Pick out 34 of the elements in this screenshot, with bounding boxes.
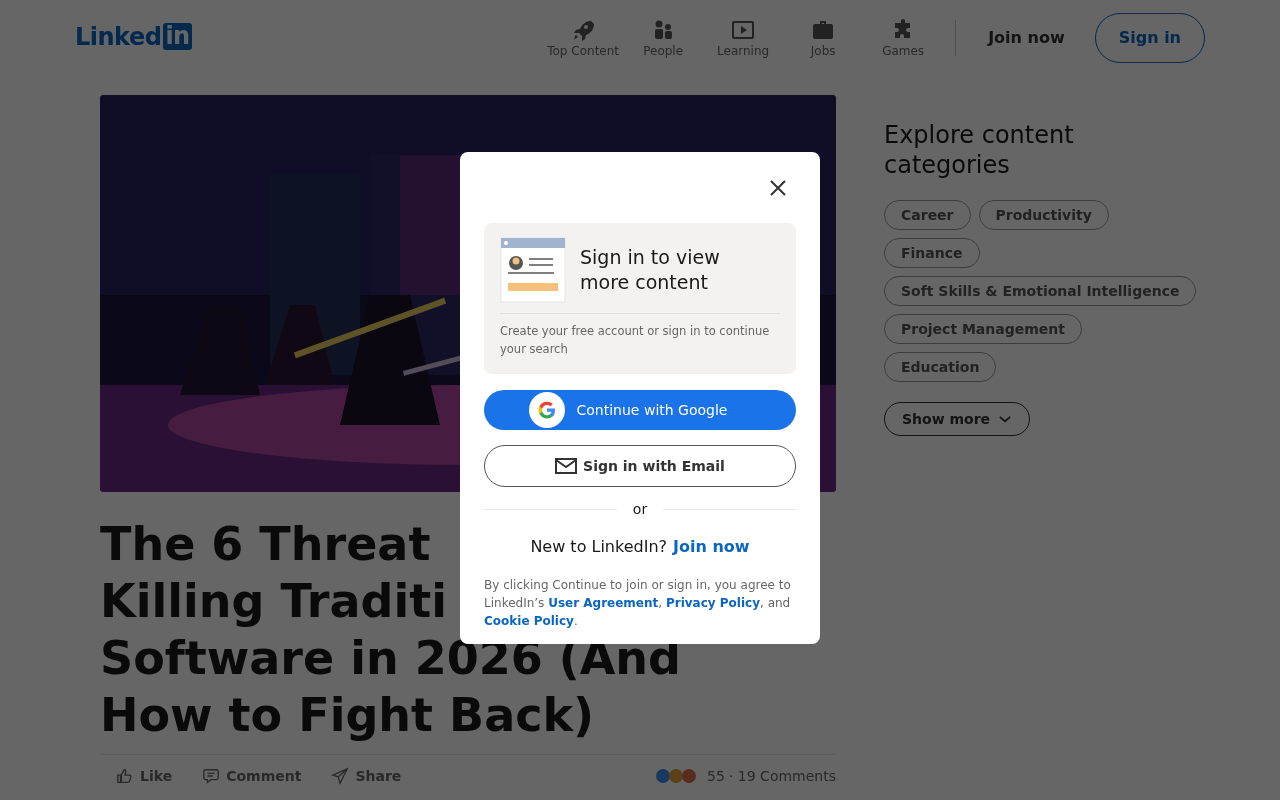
comment-icon [202, 767, 221, 785]
reaction-count[interactable]: 55 [707, 768, 725, 784]
thumbs-up-icon [116, 767, 134, 785]
profile-card-icon [500, 237, 566, 303]
sign-in-button[interactable]: Sign in [1094, 12, 1205, 63]
nav-item[interactable]: Games [863, 17, 944, 58]
send-icon [331, 767, 350, 785]
dialog-heading: Sign in to view more content [580, 245, 721, 295]
nav-item[interactable]: People [623, 17, 704, 58]
google-logo [528, 392, 565, 428]
action-button[interactable]: Share [323, 763, 410, 789]
legal-link[interactable]: Privacy Policy [665, 596, 760, 610]
article-title-line: The 6 Threat [100, 516, 431, 573]
article-title-line: Killing Traditi [100, 573, 447, 630]
article-title-line: How to Fight Back) [100, 687, 595, 744]
join-now-button[interactable]: Join now [968, 18, 1085, 57]
or-divider-label: or [632, 501, 648, 517]
sidebar-title: Explore content categories [884, 120, 1075, 180]
dialog-subtext: Create your free account or sign in to continue your search [500, 323, 771, 358]
legal-link[interactable]: Cookie Policy [484, 614, 574, 628]
join-now-link[interactable]: Join now [673, 537, 750, 556]
nav-item[interactable]: Top Content [543, 17, 624, 58]
envelope-icon [555, 458, 578, 474]
legal-notice: By clicking Continue to join or sign in, you agree to LinkedIn’s User Agreement, Privacy Policy, and Cookie Policy. [484, 577, 792, 630]
nav-item[interactable]: Jobs [783, 17, 864, 58]
action-button[interactable]: Like [108, 763, 181, 789]
google-button[interactable]: Continue with Google [484, 390, 796, 430]
chevron-down-icon [998, 414, 1013, 424]
action-button[interactable]: Comment [194, 763, 310, 789]
logo[interactable]: Linked in [75, 22, 192, 51]
email-sign-in-button[interactable]: Sign in with Email [484, 445, 796, 487]
new-member-prompt: New to LinkedIn? [530, 537, 668, 556]
nav-item[interactable]: Learning [703, 17, 784, 58]
comments-count[interactable]: · 19 Comments [728, 768, 836, 784]
